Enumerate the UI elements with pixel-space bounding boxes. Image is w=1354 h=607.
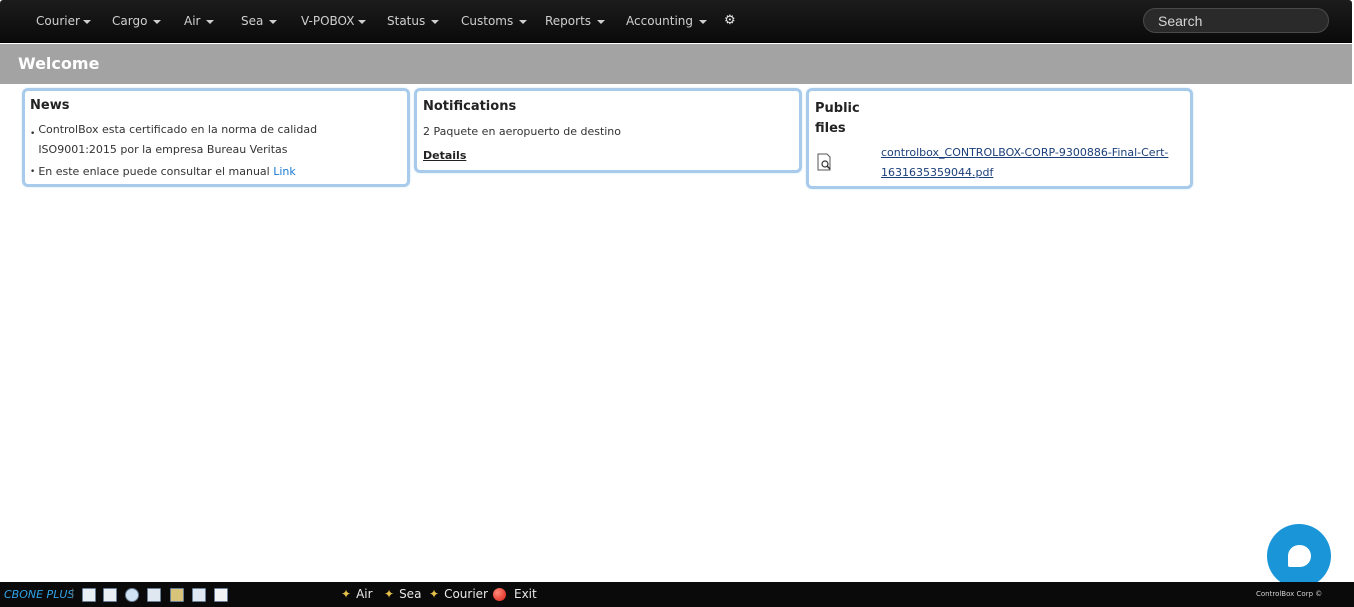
bullet-icon: • bbox=[30, 167, 36, 177]
caret-down-icon bbox=[153, 19, 162, 24]
public-files-title: Public files bbox=[815, 101, 860, 136]
wr-icon[interactable] bbox=[103, 588, 117, 602]
document-search-icon[interactable] bbox=[817, 153, 833, 171]
public-file-link[interactable]: controlbox_CONTROLBOX-CORP-9300886-Final… bbox=[881, 143, 1181, 183]
chat-button[interactable] bbox=[1267, 524, 1331, 588]
bottom-toolbar: CBONE PLUS | ✦ Air ✦ Sea ✦ Courier Exit Con… bbox=[0, 582, 1354, 607]
magnify-icon[interactable] bbox=[125, 588, 139, 602]
package-icon[interactable] bbox=[170, 588, 184, 602]
copy-icon[interactable] bbox=[192, 588, 206, 602]
caret-down-icon bbox=[269, 19, 278, 24]
notifications-panel: Notifications 2 Paquete en aeropuerto de… bbox=[414, 88, 802, 173]
news-title: News bbox=[30, 98, 70, 113]
caret-down-icon bbox=[519, 19, 528, 24]
nav-sea[interactable]: Sea bbox=[241, 14, 278, 28]
magic-wand-icon: ✦ bbox=[429, 587, 440, 601]
co-icon[interactable] bbox=[82, 588, 96, 602]
search-input[interactable] bbox=[1143, 8, 1329, 33]
caret-down-icon bbox=[82, 19, 91, 24]
pages-icon[interactable] bbox=[214, 588, 228, 602]
news-panel: News • ControlBox esta certificado en la… bbox=[22, 88, 410, 187]
brand-label: CBONE PLUS bbox=[4, 588, 75, 601]
quick-courier[interactable]: ✦ Courier bbox=[429, 587, 488, 601]
separator: | bbox=[71, 588, 75, 599]
quick-exit[interactable]: Exit bbox=[493, 587, 537, 601]
manual-link[interactable]: Link bbox=[273, 165, 296, 178]
details-link[interactable]: Details bbox=[423, 149, 466, 162]
gear-icon[interactable]: ⚙ bbox=[724, 13, 736, 28]
news-item: • ControlBox esta certificado en la norm… bbox=[30, 120, 398, 160]
nav-accounting[interactable]: Accounting bbox=[626, 14, 708, 28]
quick-sea[interactable]: ✦ Sea bbox=[384, 587, 421, 601]
chat-bubble-icon bbox=[1288, 545, 1311, 567]
nav-reports[interactable]: Reports bbox=[545, 14, 606, 28]
caret-down-icon bbox=[431, 19, 440, 24]
nav-status[interactable]: Status bbox=[387, 14, 440, 28]
nav-courier[interactable]: Courier bbox=[36, 14, 91, 28]
nav-customs[interactable]: Customs bbox=[461, 14, 528, 28]
caret-down-icon bbox=[597, 19, 606, 24]
nav-vpobox[interactable]: V-POBOX bbox=[301, 14, 367, 28]
notifications-title: Notifications bbox=[423, 99, 517, 114]
copyright: ControlBox Corp © bbox=[1256, 590, 1323, 598]
caret-down-icon bbox=[358, 19, 367, 24]
caret-down-icon bbox=[206, 19, 215, 24]
magic-wand-icon: ✦ bbox=[341, 587, 352, 601]
page-title: Welcome bbox=[18, 54, 100, 73]
document-icon[interactable] bbox=[147, 588, 161, 602]
quick-air[interactable]: ✦ Air bbox=[341, 587, 373, 601]
caret-down-icon bbox=[699, 19, 708, 24]
bullet-icon: • bbox=[30, 129, 36, 139]
nav-air[interactable]: Air bbox=[184, 14, 215, 28]
top-navbar: Courier Cargo Air Sea V-POBOX Status Cus… bbox=[0, 0, 1352, 43]
public-files-panel: Public files controlbox_CONTROLBOX-CORP-… bbox=[806, 88, 1193, 189]
welcome-bar: Welcome bbox=[0, 44, 1352, 84]
nav-cargo[interactable]: Cargo bbox=[112, 14, 162, 28]
magic-wand-icon: ✦ bbox=[384, 587, 395, 601]
exit-icon bbox=[493, 587, 506, 601]
notification-message: 2 Paquete en aeropuerto de destino bbox=[423, 125, 622, 138]
news-item: • En este enlace puede consultar el manu… bbox=[30, 162, 296, 182]
